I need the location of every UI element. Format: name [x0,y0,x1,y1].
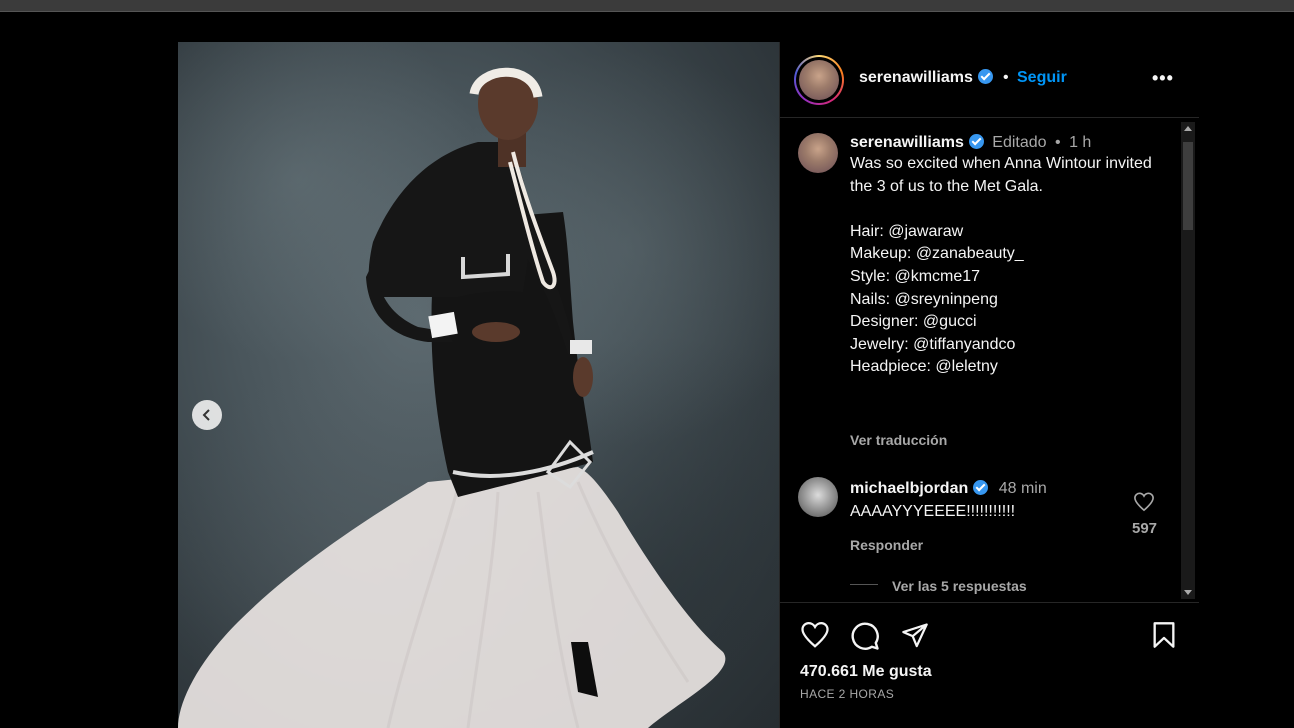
comments-list: serenawilliams Editado • 1 h Was so exci… [780,119,1199,602]
comment-like-heart-icon[interactable] [1133,492,1155,512]
post-photo [178,42,779,728]
comments-scrollbar[interactable] [1181,122,1195,599]
dress-figure-illustration [178,67,726,728]
author-avatar[interactable] [794,55,844,105]
follow-button[interactable]: Seguir [1017,69,1067,87]
comment-author[interactable]: michaelbjordan [850,480,968,497]
comment-author-avatar[interactable] [798,477,838,517]
bookmark-icon[interactable] [1151,621,1177,649]
caption-time: 1 h [1069,134,1092,151]
reply-link[interactable]: Responder [850,537,923,553]
verified-badge-icon [973,480,989,495]
comment-text: AAAAYYYEEEE!!!!!!!!!!! [850,503,1016,520]
send-icon[interactable] [901,621,929,649]
verified-badge-icon [968,134,984,149]
caption-text: Was so excited when Anna Wintour invited… [850,155,1152,376]
post-modal: serenawilliams • Seguir ••• serenawillia… [178,42,1199,728]
chevron-left-icon [202,409,210,421]
post-header: serenawilliams • Seguir ••• [780,42,1199,118]
comment-like-count: 597 [1132,520,1158,537]
post-time-ago: HACE 2 HORAS [800,687,895,701]
scrollbar-thumb[interactable] [1183,142,1193,230]
scroll-down-arrow-icon[interactable] [1184,590,1192,595]
previous-image-button[interactable] [192,400,222,430]
comment-header: michaelbjordan 48 min [850,480,1047,498]
replies-divider [850,584,878,585]
scroll-up-arrow-icon[interactable] [1184,126,1192,131]
caption-author-avatar[interactable] [798,133,838,173]
caption-edited-label: Editado [992,134,1047,151]
caption-separator: • [1055,134,1061,151]
comment-icon[interactable] [850,621,880,651]
post-side-panel: serenawilliams • Seguir ••• serenawillia… [779,42,1199,728]
author-username[interactable]: serenawilliams [859,69,993,87]
comment-time: 48 min [998,480,1047,497]
caption-author[interactable]: serenawilliams [850,134,964,151]
likes-count[interactable]: 470.661 Me gusta [800,663,932,681]
heart-icon[interactable] [800,621,830,649]
header-separator: • [1003,69,1009,86]
caption-header: serenawilliams Editado • 1 h [850,134,1091,152]
see-translation-link[interactable]: Ver traducción [850,432,947,448]
browser-top-bar [0,0,1294,12]
verified-badge-icon [977,69,993,84]
view-replies-link[interactable]: Ver las 5 respuestas [892,578,1027,594]
more-options-icon[interactable]: ••• [1152,68,1174,89]
